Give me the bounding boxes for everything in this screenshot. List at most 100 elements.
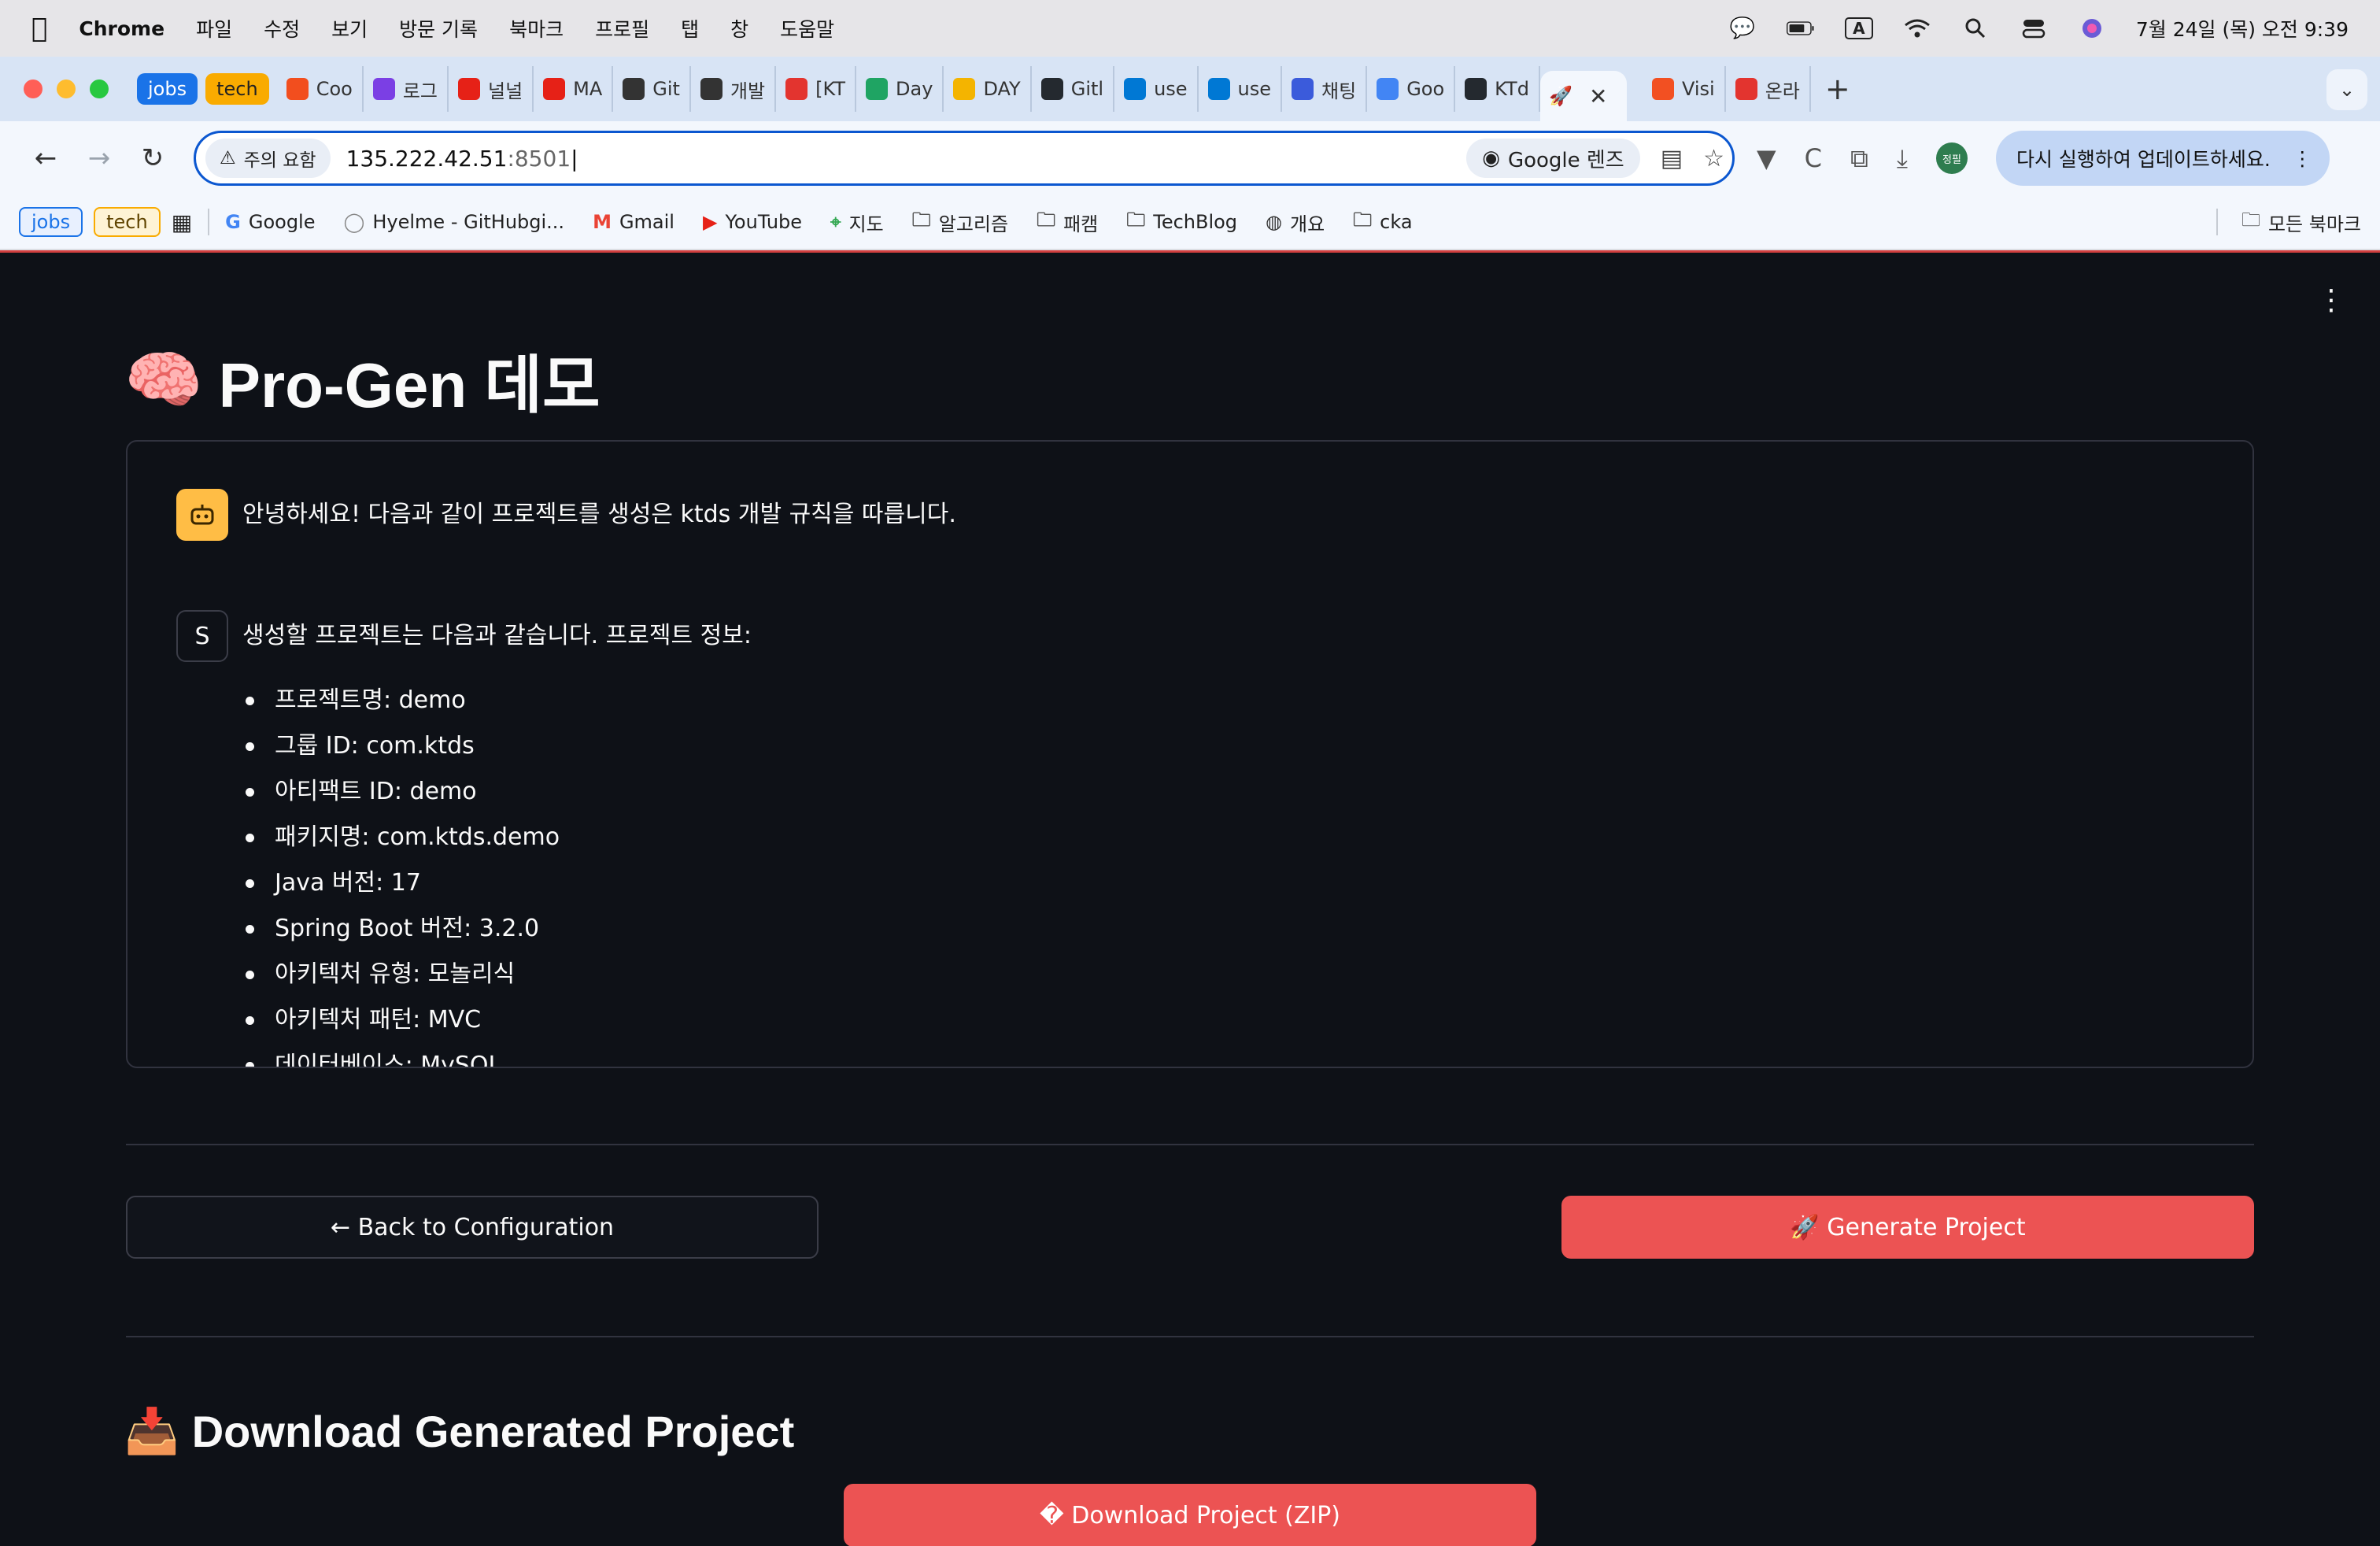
project-info-item: Java 버전: 17 bbox=[246, 860, 560, 906]
bookmark-label: 알고리즘 bbox=[938, 213, 1009, 235]
wifi-icon[interactable] bbox=[1903, 17, 1931, 39]
user-message-text: 생성할 프로젝트는 다음과 같습니다. 프로젝트 정보: bbox=[242, 622, 752, 649]
bookmark-item[interactable]: 🗀 알고리즘 bbox=[912, 206, 1008, 239]
tab-main-8[interactable]: DAY bbox=[944, 66, 1032, 112]
input-source-icon[interactable]: A bbox=[1845, 17, 1873, 39]
tab-main-1[interactable]: 로그 bbox=[364, 66, 449, 112]
menu-window[interactable]: 창 bbox=[730, 14, 748, 43]
chat-container[interactable]: 안녕하세요! 다음과 같이 프로젝트를 생성은 ktds 개발 규칙을 따릅니다… bbox=[126, 440, 2254, 1068]
profile-avatar[interactable]: 정필 bbox=[1935, 142, 1968, 174]
extensions-puzzle-icon[interactable]: ⧉ bbox=[1850, 143, 1868, 174]
tab-label: use bbox=[1154, 78, 1188, 100]
tab-list: Coo 로그 널널 MA Git 개발 [KT Day DAY Gitl use use 채팅 Goo KT… bbox=[277, 66, 1540, 112]
translate-icon[interactable]: ▤ bbox=[1661, 145, 1683, 172]
bookmark-star-icon[interactable]: ☆ bbox=[1703, 145, 1724, 172]
tab-main-10[interactable]: use bbox=[1114, 66, 1199, 112]
close-window-icon[interactable] bbox=[24, 80, 42, 98]
bookmark-item[interactable]: ⌖ 지도 bbox=[830, 209, 884, 236]
bookmark-item[interactable]: ▶ YouTube bbox=[703, 211, 802, 233]
tab-label: 개발 bbox=[730, 80, 766, 102]
tab-main-4[interactable]: Git bbox=[613, 66, 691, 112]
menubar-clock[interactable]: 7월 24일 (목) 오전 9:39 bbox=[2136, 14, 2349, 43]
bookmark-group-jobs[interactable]: jobs bbox=[19, 207, 83, 237]
generate-project-button[interactable]: 🚀 Generate Project bbox=[1561, 1196, 2254, 1259]
siri-icon[interactable] bbox=[2078, 17, 2106, 39]
spotlight-search-icon[interactable] bbox=[1961, 17, 1990, 39]
tab-main-11[interactable]: use bbox=[1199, 66, 1283, 112]
close-tab-icon[interactable]: ✕ bbox=[1589, 83, 1607, 109]
menu-help[interactable]: 도움말 bbox=[780, 14, 834, 43]
app-main-menu-icon[interactable]: ⋮ bbox=[2317, 284, 2345, 316]
menu-edit[interactable]: 수정 bbox=[264, 14, 300, 43]
lens-label: Google 렌즈 bbox=[1507, 148, 1624, 172]
download-project-zip-button[interactable]: � Download Project (ZIP) bbox=[844, 1484, 1536, 1546]
download-section-title-text: Download Generated Project bbox=[191, 1406, 795, 1456]
menu-tab[interactable]: 탭 bbox=[681, 14, 699, 43]
tab-group-tech[interactable]: tech bbox=[205, 73, 269, 105]
tab-label: DAY bbox=[983, 78, 1021, 100]
tab-main-6[interactable]: [KT bbox=[776, 66, 857, 112]
forward-arrow-icon[interactable]: → bbox=[76, 135, 123, 182]
github-icon bbox=[1040, 78, 1063, 100]
project-info-text: 데이터베이스: MySQL bbox=[275, 1052, 502, 1068]
menu-bookmarks[interactable]: 북마크 bbox=[509, 14, 564, 43]
bookmark-group-tech[interactable]: tech bbox=[94, 207, 161, 237]
tab-main-7[interactable]: Day bbox=[856, 66, 944, 112]
tab-after-1[interactable]: 온라 bbox=[1726, 66, 1811, 112]
url-text[interactable]: 135.222.42.51:8501| bbox=[346, 146, 578, 172]
download-icon[interactable]: ⤓ bbox=[1897, 143, 1908, 174]
tab-search-chevron-icon[interactable]: ⌄ bbox=[2326, 69, 2367, 110]
apple-icon[interactable]:  bbox=[31, 13, 47, 44]
project-info-item: 그룹 ID: com.ktds bbox=[246, 723, 560, 769]
tab-main-14[interactable]: KTd bbox=[1455, 66, 1540, 112]
bookmark-item[interactable]: 🗀 cka bbox=[1353, 206, 1412, 239]
address-bar[interactable]: ⚠ 주의 요함 135.222.42.51:8501| ◉ Google 렌즈 … bbox=[194, 131, 1735, 186]
tab-active-pro-gen[interactable]: 🚀 ✕ bbox=[1539, 71, 1627, 121]
back-arrow-icon[interactable]: ← bbox=[22, 135, 69, 182]
azure-icon bbox=[1207, 78, 1230, 100]
bookmark-item[interactable]: 🗀 TechBlog bbox=[1126, 206, 1237, 239]
security-warning-chip[interactable]: ⚠ 주의 요함 bbox=[205, 139, 331, 178]
messages-status-icon[interactable]: 💬 bbox=[1728, 17, 1757, 40]
microsoft-icon bbox=[1651, 78, 1674, 100]
zoom-window-icon[interactable] bbox=[90, 80, 109, 98]
user-avatar: S bbox=[176, 610, 228, 662]
new-tab-button[interactable]: + bbox=[1825, 72, 1850, 106]
tab-main-13[interactable]: Goo bbox=[1367, 66, 1456, 112]
bookmark-item[interactable]: 🗀 패캠 bbox=[1037, 206, 1098, 239]
bookmark-item[interactable]: ◍ 개요 bbox=[1266, 209, 1325, 236]
tab-main-3[interactable]: MA bbox=[534, 66, 614, 112]
all-bookmarks-link[interactable]: 모든 북마크 bbox=[2268, 209, 2361, 236]
tab-group-jobs[interactable]: jobs bbox=[137, 73, 198, 105]
battery-icon[interactable] bbox=[1786, 17, 1815, 39]
bookmark-item[interactable]: M Gmail bbox=[593, 211, 674, 233]
github-icon bbox=[1465, 78, 1488, 100]
tab-main-2[interactable]: 널널 bbox=[449, 66, 534, 112]
tab-main-5[interactable]: 개발 bbox=[691, 66, 777, 112]
bookmark-item[interactable]: G Google bbox=[225, 211, 315, 233]
google-lens-button[interactable]: ◉ Google 렌즈 bbox=[1466, 139, 1640, 178]
gmail-icon: M bbox=[593, 211, 612, 233]
tab-main-9[interactable]: Gitl bbox=[1032, 66, 1115, 112]
extension-c-icon[interactable]: C bbox=[1805, 143, 1822, 173]
menu-view[interactable]: 보기 bbox=[331, 14, 368, 43]
tab-after-0[interactable]: Visi bbox=[1643, 66, 1726, 112]
menu-history[interactable]: 방문 기록 bbox=[399, 14, 478, 43]
back-to-configuration-button[interactable]: ← Back to Configuration bbox=[126, 1196, 819, 1259]
menu-file[interactable]: 파일 bbox=[196, 14, 232, 43]
menu-app-name[interactable]: Chrome bbox=[79, 17, 164, 40]
project-info-text: 아티팩트 ID: demo bbox=[275, 778, 477, 805]
tab-label: 널널 bbox=[487, 80, 523, 102]
tab-main-12[interactable]: 채팅 bbox=[1282, 66, 1368, 112]
apps-grid-icon[interactable]: ▦ bbox=[172, 209, 192, 235]
reload-icon[interactable]: ↻ bbox=[129, 135, 176, 182]
vue-devtools-extension-icon[interactable]: ▼ bbox=[1757, 143, 1776, 173]
tab-main-0[interactable]: Coo bbox=[277, 66, 364, 112]
update-chrome-button[interactable]: 다시 실행하여 업데이트하세요. ⋮ bbox=[1995, 131, 2330, 186]
streamlit-app: ⋮ 🧠 Pro-Gen 데모 안녕하세요! 다음과 같이 프로젝트를 생성은 k… bbox=[0, 253, 2380, 1546]
bookmark-item[interactable]: ◯ Hyelme - GitHubgi... bbox=[344, 211, 565, 233]
minimize-window-icon[interactable] bbox=[57, 80, 76, 98]
menu-profile[interactable]: 프로필 bbox=[595, 14, 649, 43]
figma-icon bbox=[286, 78, 309, 100]
control-center-icon[interactable] bbox=[2020, 17, 2048, 39]
